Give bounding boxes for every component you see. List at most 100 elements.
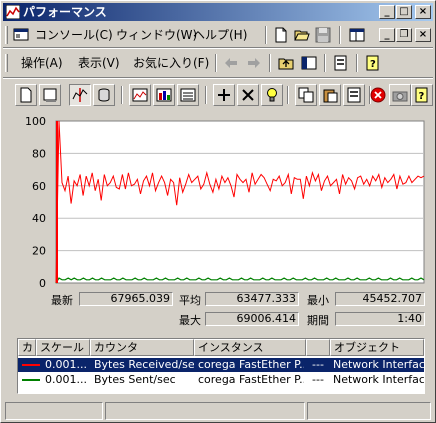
- menu-window[interactable]: ウィンドウ(W): [116, 28, 197, 44]
- properties-sheet-icon: [347, 87, 361, 103]
- close-button[interactable]: ×: [415, 5, 431, 19]
- header-parent[interactable]: [306, 339, 330, 356]
- properties-icon[interactable]: [333, 55, 349, 71]
- add-counter-button[interactable]: [213, 84, 235, 106]
- up-one-level-icon[interactable]: [278, 55, 294, 71]
- row-counter: Bytes Sent/sec: [94, 373, 176, 386]
- help-icon[interactable]: ?: [365, 55, 381, 71]
- counter-list[interactable]: カ スケール カウンタ インスタンス オブジェクト 0.001... Bytes…: [17, 338, 425, 394]
- view-graph-button[interactable]: [129, 84, 151, 106]
- menu-console[interactable]: コンソール(C): [35, 28, 113, 44]
- maximize-button[interactable]: □: [396, 5, 412, 19]
- mdi-close-button[interactable]: ×: [415, 28, 431, 42]
- paste-counter-list-button[interactable]: [319, 84, 341, 106]
- stop-icon: [370, 87, 386, 103]
- maximum-value: 69006.414: [205, 312, 299, 326]
- view-log-data-button[interactable]: [93, 84, 115, 106]
- console-separator-4: [356, 54, 358, 72]
- last-value: 67965.039: [79, 292, 173, 306]
- open-folder-icon[interactable]: [294, 27, 310, 43]
- toolbar-separator-2: [205, 86, 207, 104]
- row-scale: 0.001...: [45, 373, 87, 386]
- menu-view[interactable]: 表示(V): [78, 56, 120, 72]
- console-separator-2: [269, 54, 271, 72]
- mdi-minimize-button[interactable]: _: [379, 28, 395, 42]
- y-tick-label: 80: [32, 147, 46, 160]
- clear-display-button[interactable]: [39, 84, 61, 106]
- menu-separator: [3, 47, 433, 49]
- counter-row[interactable]: 0.001... Bytes Received/sec corega FastE…: [18, 358, 424, 372]
- copy-properties-button[interactable]: [295, 84, 317, 106]
- freeze-display-button[interactable]: [367, 84, 389, 106]
- y-tick-label: 0: [39, 277, 46, 288]
- minimum-value: 45452.707: [335, 292, 425, 306]
- toolbar-separator-1: [121, 86, 123, 104]
- new-counter-set-button[interactable]: [15, 84, 37, 106]
- row-object: Network Interface: [333, 373, 424, 386]
- histogram-view-icon: [156, 88, 172, 102]
- duration-value: 1:40: [335, 312, 425, 326]
- header-object[interactable]: オブジェクト: [330, 339, 424, 356]
- row-object: Network Interface: [333, 358, 424, 371]
- back-arrow-icon[interactable]: [223, 55, 239, 71]
- row-instance: corega FastEther P...: [198, 373, 304, 386]
- menu-action[interactable]: 操作(A): [21, 56, 63, 72]
- status-panel-3: [307, 402, 431, 420]
- new-window-icon[interactable]: [349, 27, 365, 43]
- svg-text:?: ?: [370, 59, 376, 70]
- help-button[interactable]: ?: [411, 84, 433, 106]
- average-value: 63477.333: [205, 292, 299, 306]
- window-title: パフォーマンス: [23, 5, 107, 19]
- menu-bar: コンソール(C) ウィンドウ(W) ヘルプ(H) _ ❐ ×: [3, 23, 433, 47]
- menu-help[interactable]: ヘルプ(H): [193, 28, 247, 44]
- header-color[interactable]: カ: [18, 339, 36, 356]
- new-file-icon[interactable]: [273, 27, 289, 43]
- y-tick-label: 20: [32, 245, 46, 258]
- menubar-separator-2: [339, 26, 341, 44]
- performance-graph[interactable]: 100 80 60 40 20 0: [9, 113, 429, 288]
- view-current-activity-button[interactable]: [69, 84, 91, 106]
- update-camera-icon: [392, 91, 408, 102]
- properties-button[interactable]: [343, 84, 365, 106]
- menu-favorites[interactable]: お気に入り(F): [133, 56, 209, 72]
- sysmon-toolbar: ?: [3, 81, 433, 111]
- mdi-restore-button[interactable]: ❐: [396, 28, 412, 42]
- row-scale: 0.001...: [45, 358, 87, 371]
- toolbar-separator-3: [287, 86, 289, 104]
- clear-display-icon: [43, 88, 57, 102]
- title-bar[interactable]: パフォーマンス _ □ ×: [3, 3, 433, 21]
- row-parent: ---: [312, 373, 324, 386]
- highlight-button[interactable]: [261, 84, 283, 106]
- show-hide-tree-icon[interactable]: [301, 55, 317, 71]
- status-panel-2: [105, 402, 305, 420]
- header-instance[interactable]: インスタンス: [194, 339, 306, 356]
- minimize-button[interactable]: _: [379, 5, 395, 19]
- y-tick-label: 60: [32, 180, 46, 193]
- console-separator: [215, 54, 217, 72]
- maximum-label: 最大: [179, 314, 201, 327]
- status-panel-1: [5, 402, 103, 420]
- view-histogram-button[interactable]: [153, 84, 175, 106]
- mmc-console-icon[interactable]: [13, 27, 29, 43]
- row-instance: corega FastEther P...: [198, 358, 304, 371]
- current-activity-icon: [72, 88, 88, 102]
- log-data-icon: [98, 88, 110, 102]
- row-color-swatch: [22, 379, 40, 381]
- save-icon[interactable]: [315, 27, 331, 43]
- console-separator-3: [324, 54, 326, 72]
- view-report-button[interactable]: [177, 84, 199, 106]
- new-counter-set-icon: [20, 87, 32, 103]
- counter-row[interactable]: 0.001... Bytes Sent/sec corega FastEther…: [18, 373, 424, 387]
- delete-counter-button[interactable]: [237, 84, 259, 106]
- paste-icon: [323, 89, 338, 103]
- report-view-icon: [180, 88, 196, 102]
- header-scale[interactable]: スケール: [36, 339, 90, 356]
- last-label: 最新: [51, 294, 73, 307]
- menubar-separator: [265, 26, 267, 44]
- toolbar-separator: [3, 77, 433, 79]
- average-label: 平均: [179, 294, 201, 307]
- update-data-button[interactable]: [389, 84, 411, 106]
- header-counter[interactable]: カウンタ: [90, 339, 194, 356]
- y-tick-label: 100: [25, 115, 46, 128]
- forward-arrow-icon[interactable]: [246, 55, 262, 71]
